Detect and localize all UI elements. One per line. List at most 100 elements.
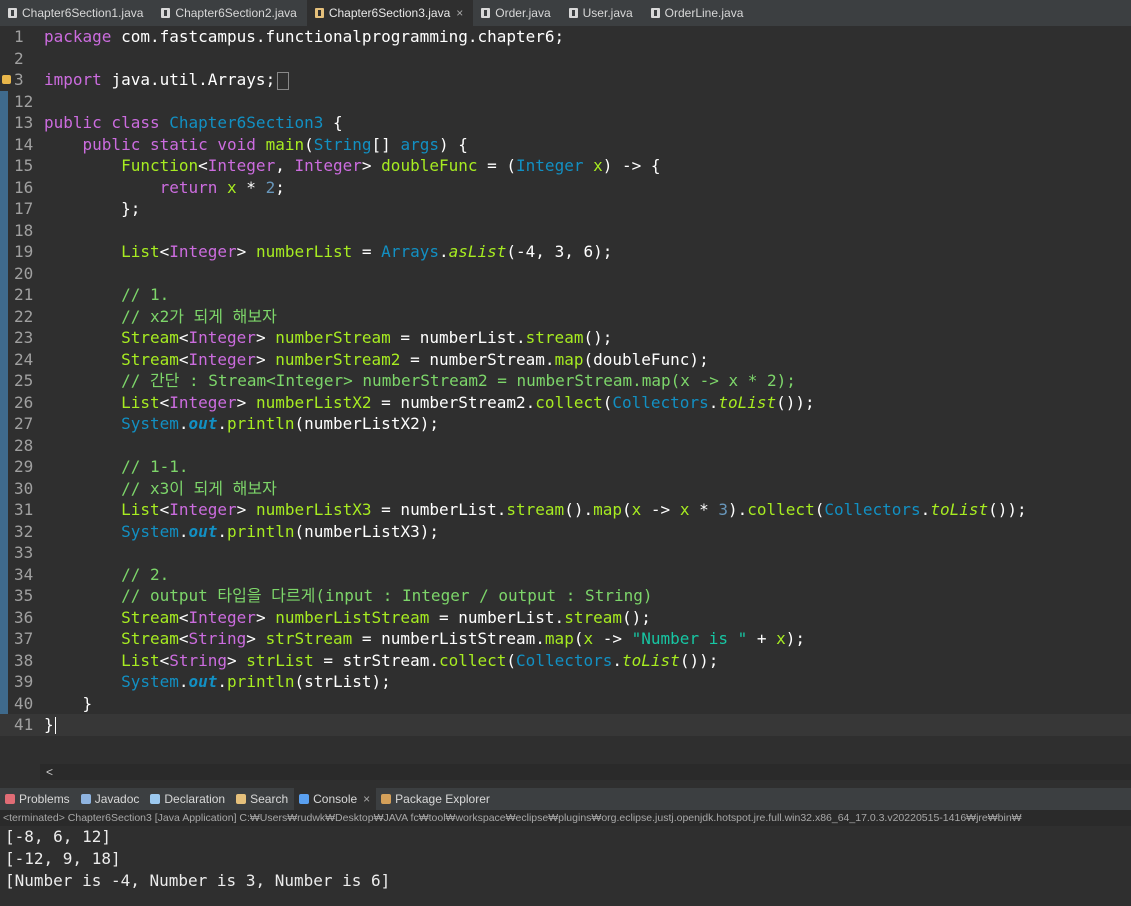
view-tab[interactable]: Package Explorer [376,788,496,810]
code-line[interactable]: 3 import java.util.Arrays; [0,69,1131,91]
code-token: public class [44,113,170,132]
code-line[interactable]: 15 Function<Integer, Integer> doubleFunc… [0,155,1131,177]
code-line[interactable]: 19 List<Integer> numberList = Arrays.asL… [0,241,1131,263]
code-line[interactable]: 26 List<Integer> numberListX2 = numberSt… [0,391,1131,413]
line-gutter[interactable]: 27 [0,413,42,435]
line-gutter[interactable]: 33 [0,542,42,564]
code-token: // 간단 : Stream<Integer> numberStream2 = … [44,371,796,390]
code-line[interactable]: 21 // 1. [0,284,1131,306]
line-gutter[interactable]: 40 [0,692,42,714]
line-gutter[interactable]: 3 [0,69,42,91]
line-gutter[interactable]: 28 [0,434,42,456]
console-output[interactable]: [-8, 6, 12] [-12, 9, 18] [Number is -4, Nu… [0,826,1131,906]
code-text: // 1. [44,284,169,306]
line-gutter[interactable]: 13 [0,112,42,134]
warning-icon[interactable] [2,75,11,84]
code-line[interactable]: 23 Stream<Integer> numberStream = number… [0,327,1131,349]
code-line[interactable]: 30 // x3이 되게 해보자 [0,477,1131,499]
line-gutter[interactable]: 19 [0,241,42,263]
code-token: = numberStream. [400,349,555,369]
line-gutter[interactable]: 15 [0,155,42,177]
line-gutter[interactable]: 20 [0,262,42,284]
editor-tab[interactable]: Chapter6Section2.java [153,0,306,26]
line-gutter[interactable]: 14 [0,133,42,155]
code-line[interactable]: 37 Stream<String> strStream = numberList… [0,628,1131,650]
code-line[interactable]: 18 [0,219,1131,241]
code-line[interactable]: 25 // 간단 : Stream<Integer> numberStream2… [0,370,1131,392]
line-gutter[interactable]: 22 [0,305,42,327]
code-text: System.out.println(strList); [44,671,391,693]
line-gutter[interactable]: 41 [0,714,42,736]
code-token: ); [785,629,806,648]
line-gutter[interactable]: 37 [0,628,42,650]
code-line[interactable]: 32 System.out.println(numberListX3); [0,520,1131,542]
close-icon[interactable]: × [456,6,463,20]
horizontal-scrollbar[interactable]: < [40,764,1131,780]
code-line[interactable]: 12 [0,90,1131,112]
code-line[interactable]: 2 [0,48,1131,70]
code-line[interactable]: 17 }; [0,198,1131,220]
code-token: 2 [265,177,276,197]
line-gutter[interactable]: 30 [0,477,42,499]
editor-tab[interactable]: Chapter6Section1.java [0,0,153,26]
code-line[interactable]: 33 [0,542,1131,564]
code-line[interactable]: 20 [0,262,1131,284]
code-line[interactable]: 1 package com.fastcampus.functionalprogra… [0,26,1131,48]
scroll-left-arrow[interactable]: < [46,765,53,779]
code-editor[interactable]: 1 package com.fastcampus.functionalprogra… [0,26,1131,764]
line-gutter[interactable]: 34 [0,563,42,585]
line-gutter[interactable]: 29 [0,456,42,478]
code-token: ) -> { [602,156,661,175]
close-icon[interactable]: × [363,792,370,806]
code-line[interactable]: 14 public static void main(String[] args… [0,133,1131,155]
line-gutter[interactable]: 32 [0,520,42,542]
line-gutter[interactable]: 35 [0,585,42,607]
folded-region-marker[interactable] [277,71,290,90]
editor-tab[interactable]: User.java [561,0,643,26]
code-line[interactable]: 24 Stream<Integer> numberStream2 = numbe… [0,348,1131,370]
code-line[interactable]: 38 List<String> strList = strStream.coll… [0,649,1131,671]
code-line[interactable]: 40 } [0,692,1131,714]
line-gutter[interactable]: 17 [0,198,42,220]
line-gutter[interactable]: 1 [0,26,42,48]
line-gutter[interactable]: 16 [0,176,42,198]
line-gutter[interactable]: 21 [0,284,42,306]
line-gutter[interactable]: 36 [0,606,42,628]
line-gutter[interactable]: 25 [0,370,42,392]
line-gutter[interactable]: 26 [0,391,42,413]
view-tab[interactable]: Console × [294,788,377,810]
code-line[interactable]: 16 return x * 2; [0,176,1131,198]
line-gutter[interactable]: 39 [0,671,42,693]
code-line[interactable]: 28 [0,434,1131,456]
code-line[interactable]: 27 System.out.println(numberListX2); [0,413,1131,435]
line-gutter[interactable]: 2 [0,48,42,70]
code-token: args [400,134,439,154]
line-gutter[interactable]: 38 [0,649,42,671]
view-tab[interactable]: Search [231,788,294,810]
editor-tab[interactable]: OrderLine.java [643,0,754,26]
line-gutter[interactable]: 24 [0,348,42,370]
view-tab[interactable]: Javadoc [76,788,146,810]
line-number: 20 [14,263,34,283]
code-line[interactable]: 29 // 1-1. [0,456,1131,478]
code-line[interactable]: 35 // output 타입을 다르게(input : Integer / o… [0,585,1131,607]
view-tab[interactable]: Declaration [145,788,231,810]
line-gutter[interactable]: 23 [0,327,42,349]
code-line[interactable]: 31 List<Integer> numberListX3 = numberLi… [0,499,1131,521]
code-token: > [246,629,266,648]
line-gutter[interactable]: 12 [0,90,42,112]
code-line[interactable]: 36 Stream<Integer> numberListStream = nu… [0,606,1131,628]
code-line[interactable]: 41} [0,714,1131,736]
line-gutter[interactable]: 31 [0,499,42,521]
editor-tab[interactable]: Order.java [473,0,560,26]
code-line[interactable]: 34 // 2. [0,563,1131,585]
code-line[interactable]: 22 // x2가 되게 해보자 [0,305,1131,327]
editor-tab[interactable]: Chapter6Section3.java × [306,0,474,26]
java-file-icon [650,8,660,18]
code-line[interactable]: 13 public class Chapter6Section3 { [0,112,1131,134]
line-gutter[interactable]: 18 [0,219,42,241]
console-launch-info: <terminated> Chapter6Section3 [Java Appl… [0,810,1131,826]
code-token: ( [622,500,632,519]
view-tab[interactable]: Problems [0,788,76,810]
code-line[interactable]: 39 System.out.println(strList); [0,671,1131,693]
